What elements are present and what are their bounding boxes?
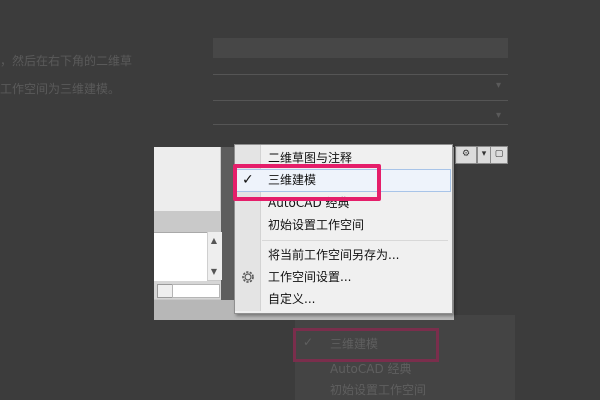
bg-divider [213, 74, 508, 75]
gear-small-icon: ⚙ [461, 149, 471, 159]
bg-menu-checkmark: ✓ [303, 335, 314, 349]
scroll-down-arrow-icon[interactable]: ▼ [208, 268, 220, 276]
gear-icon [240, 269, 256, 285]
bg-paragraph-line-1: ，然后在右下角的二维草 [0, 54, 133, 68]
properties-list [154, 232, 207, 281]
chevron-down-icon: ▾ [481, 149, 487, 159]
window-icon: ▢ [494, 149, 504, 159]
toolbar-window-button[interactable]: ▢ [490, 146, 508, 164]
bg-paragraph-line-2: 工作空间为三维建模。 [0, 82, 121, 96]
bg-toolbar-bar [213, 38, 508, 58]
bg-caret-2: ▾ [496, 110, 502, 121]
bg-divider [213, 100, 508, 101]
scroll-up-arrow-icon[interactable]: ▲ [208, 237, 220, 245]
scroll-thumb[interactable] [157, 284, 173, 298]
bg-divider [213, 124, 508, 125]
bg-menu-item: 三维建模 [330, 337, 379, 351]
menu-item-initial-setup[interactable]: 初始设置工作空间 [268, 214, 364, 236]
menu-item-customize[interactable]: 自定义... [268, 288, 315, 310]
bg-menu-item: 初始设置工作空间 [330, 383, 427, 397]
workspace-switch-button[interactable]: ⚙ [455, 146, 477, 164]
bg-menu-item: AutoCAD 经典 [330, 362, 412, 376]
scrollbar-track [172, 284, 220, 298]
menu-item-save-as[interactable]: 将当前工作空间另存为... [268, 244, 399, 266]
toolbar-caret-button[interactable]: ▾ [477, 146, 491, 164]
annotation-highlight-box [233, 164, 381, 201]
window-top-strip [154, 147, 220, 211]
menu-item-workspace-settings[interactable]: 工作空间设置... [268, 266, 351, 288]
bg-caret-1: ▾ [496, 80, 502, 91]
menu-separator [262, 240, 448, 241]
